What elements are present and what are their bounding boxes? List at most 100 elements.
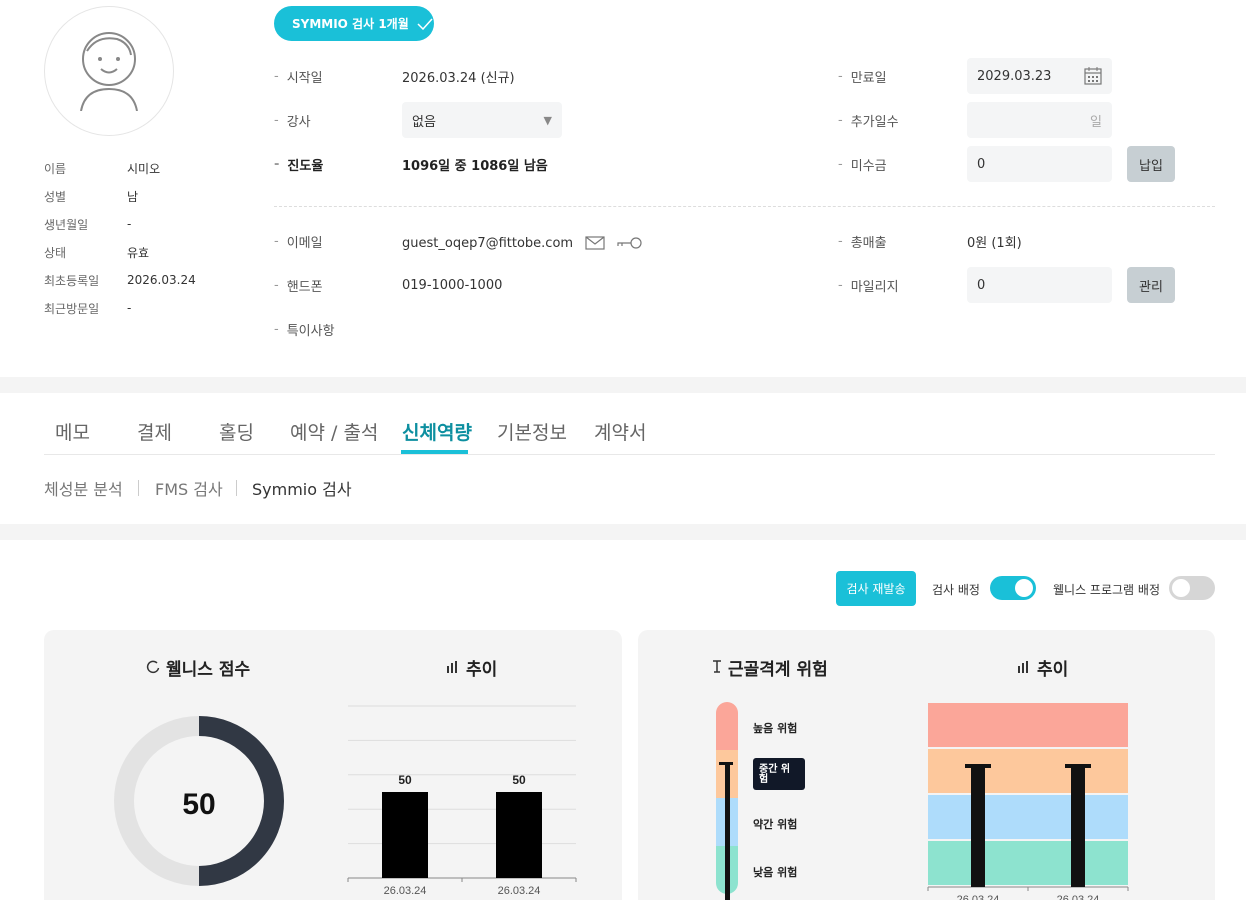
wellness-trend-title-text: 추이 [466,659,498,680]
x-tick-label: 26.03.24 [498,885,541,897]
legend-medium-risk: 중간 위험 [753,758,805,790]
wellness-score-ring: 50 [114,716,284,886]
label-text: 강사 [286,114,311,130]
mileage-field[interactable]: 0 [967,267,1112,303]
email-row: guest_oqep7@fittobe.com [402,233,643,253]
subtab-separator [236,480,237,496]
risk-bar [971,764,985,887]
test-assign-label: 검사 배정 [932,582,980,597]
trainer-select[interactable]: 없음 ▼ [402,102,562,138]
wellness-score-value: 50 [182,788,215,821]
label-text: 추가일수 [850,114,899,130]
mail-icon[interactable] [585,236,605,250]
tab-physical[interactable]: 신체역량 [402,418,472,444]
msk-trend-title-text: 추이 [1037,659,1069,680]
check-icon [417,17,433,30]
section-band [0,524,1246,540]
profile-first-reg-row: 최초등록일 2026.03.24 [44,270,244,290]
profile-birth-row: 생년월일 - [44,214,244,234]
profile-status-row: 상태 유효 [44,242,244,262]
notes-label: - 특이사항 [274,321,335,339]
badge-label: SYMMIO 검사 1개월 [292,17,409,31]
risk-bar-cap [1065,764,1091,768]
risk-band-high [716,702,738,750]
label: 최근방문일 [44,301,100,316]
manage-button[interactable]: 관리 [1127,267,1175,303]
tab-reservation[interactable]: 예약 / 출석 [290,418,378,444]
bar [496,792,542,878]
phone-label: - 핸드폰 [274,277,323,295]
value: - [127,217,132,231]
key-icon[interactable] [617,236,643,250]
end-date-field[interactable]: 2029.03.23 [967,58,1112,94]
profile-avatar [44,6,174,136]
wellness-program-toggle[interactable] [1169,576,1215,600]
email-value: guest_oqep7@fittobe.com [402,235,574,251]
subtab-fms[interactable]: FMS 검사 [155,477,223,499]
label: 생년월일 [44,217,89,232]
start-date-label: - 시작일 [274,68,323,86]
section-band [0,377,1246,393]
label-text: 만료일 [850,70,887,86]
label: 이름 [44,161,67,176]
msk-trend-title: 추이 [1017,655,1069,680]
msk-title: 근골격계 위험 [712,655,828,680]
section-divider [274,206,1215,207]
label-text: 핸드폰 [286,279,323,295]
membership-badge[interactable]: SYMMIO 검사 1개월 [274,6,434,41]
risk-bar [1071,764,1085,887]
total-sales-value: 0원 (1회) [967,235,1022,251]
risk-band [928,749,1128,793]
profile-last-visit-row: 최근방문일 - [44,298,244,318]
chevron-down-icon: ▼ [543,113,552,127]
active-tab-indicator [401,450,468,454]
extra-days-field[interactable]: 일 [967,102,1112,138]
legend-mild-risk: 약간 위험 [753,818,798,831]
legend-low-risk: 낮음 위험 [753,866,798,879]
unpaid-field[interactable]: 0 [967,146,1112,182]
risk-band [928,841,1128,885]
refresh-icon [146,660,160,674]
extra-days-unit: 일 [1090,114,1102,130]
label-text: 시작일 [286,70,323,86]
bar [382,792,428,878]
tab-basic-info[interactable]: 기본정보 [497,418,567,444]
tab-payment[interactable]: 결제 [137,418,172,444]
phone-value: 019-1000-1000 [402,277,503,293]
email-label: - 이메일 [274,233,323,251]
risk-current-marker-cap [719,762,733,765]
calendar-icon[interactable] [1084,67,1102,85]
risk-band [928,703,1128,747]
bar-chart-icon [1018,661,1028,673]
label: 최초등록일 [44,273,100,288]
tab-holding[interactable]: 홀딩 [219,418,254,444]
end-date-label: - 만료일 [838,68,887,86]
tab-memo[interactable]: 메모 [55,418,90,444]
total-sales-label: - 총매출 [838,233,887,251]
label-text: 미수금 [850,158,887,174]
subtab-symmio[interactable]: Symmio 검사 [252,477,352,499]
x-tick-label: 26.03.24 [1057,894,1100,900]
label-text: 마일리지 [850,279,899,295]
value: 시미오 [127,161,161,176]
body-icon [713,660,721,673]
wellness-title-text: 웰니스 점수 [166,659,251,680]
progress-label: - 진도율 [274,156,324,174]
legend-high-risk: 높음 위험 [753,722,798,735]
test-assign-toggle[interactable] [990,576,1036,600]
subtab-body-composition[interactable]: 체성분 분석 [44,477,123,499]
pay-button[interactable]: 납입 [1127,146,1175,182]
end-date-value: 2029.03.23 [977,68,1052,84]
msk-title-text: 근골격계 위험 [728,659,828,680]
tab-contract[interactable]: 계약서 [594,418,646,444]
x-tick-label: 26.03.24 [957,894,1000,900]
progress-value: 1096일 중 1086일 남음 [402,158,548,174]
value: 2026.03.24 [127,273,196,287]
value: 유효 [127,245,150,260]
resend-test-button[interactable]: 검사 재발송 [836,571,916,606]
unpaid-label: - 미수금 [838,156,887,174]
extra-days-label: - 추가일수 [838,112,899,130]
profile-gender-row: 성별 남 [44,186,244,206]
trainer-label: - 강사 [274,112,311,130]
label-text: 총매출 [850,235,887,251]
